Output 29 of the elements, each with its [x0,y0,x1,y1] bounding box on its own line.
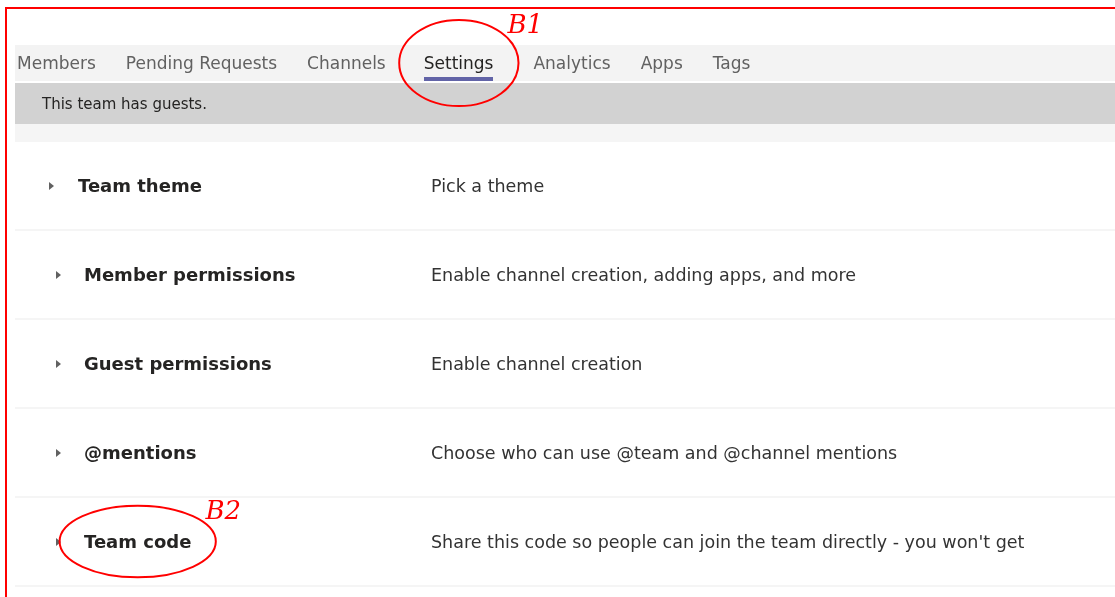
tab[interactable]: Pending Requests [125,45,278,81]
settings-row[interactable]: Team code B2 Share this code so people can join the team directly - you won't get [15,498,1115,585]
annotation-label: B2 [205,497,242,523]
setting-title: Member permissions [84,264,296,285]
caret-right-icon[interactable] [54,536,62,547]
setting-description: Share this code so people can join the team directly - you won't get [431,531,1025,552]
setting-title: Team theme [78,175,202,196]
settings-row[interactable]: Team theme Pick a theme [15,142,1115,229]
setting-description: Pick a theme [431,175,545,196]
tab[interactable]: Apps [640,45,683,81]
caret-right-icon[interactable] [47,180,55,191]
tab[interactable]: Tags [712,45,751,81]
guest-banner: This team has guests. [15,83,1115,124]
tab[interactable]: Members [17,45,96,81]
setting-title: Team code [84,531,192,552]
caret-right-icon[interactable] [54,447,62,458]
settings-row[interactable]: Member permissions Enable channel creation, adding apps, and more [15,231,1115,318]
annotation-label: B1 [507,11,544,37]
settings-row[interactable]: @mentions Choose who can use @team and @channel mentions [15,409,1115,496]
setting-description: Enable channel creation, adding apps, and more [431,264,857,285]
tab[interactable]: Analytics [533,45,611,81]
setting-description: Enable channel creation [431,353,643,374]
caret-right-icon[interactable] [54,358,62,369]
setting-title: @mentions [84,442,197,463]
caret-right-icon[interactable] [54,269,62,280]
setting-description: Choose who can use @team and @channel mentions [431,442,898,463]
setting-title: Guest permissions [84,353,272,374]
tab[interactable]: Channels [307,45,386,81]
settings-row[interactable]: Guest permissions Enable channel creation [15,320,1115,407]
